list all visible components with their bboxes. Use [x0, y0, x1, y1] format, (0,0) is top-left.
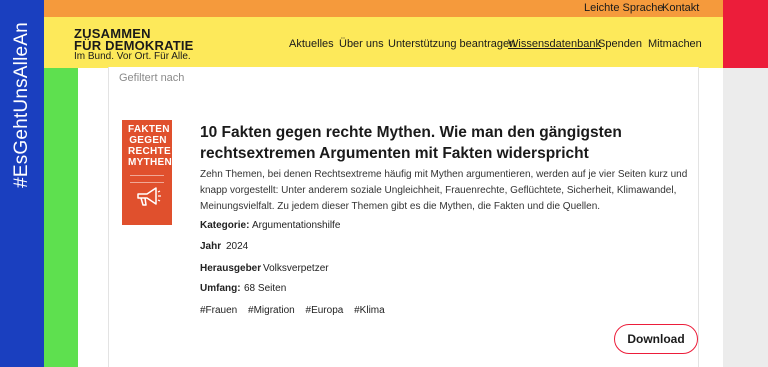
site-header: ZUSAMMEN FÜR DEMOKRATIE Im Bund. Vor Ort…	[44, 17, 723, 68]
contact-link[interactable]: Kontakt	[662, 2, 699, 14]
right-gutter	[723, 68, 768, 367]
filter-label: Gefiltert nach	[119, 72, 185, 84]
logo-tagline: Im Bund. Vor Ort. Für Alle.	[74, 51, 191, 62]
tag-europa[interactable]: #Europa	[306, 305, 344, 316]
tag-list: #Frauen #Migration #Europa #Klima	[200, 305, 393, 316]
nav-item-mitmachen[interactable]: Mitmachen	[648, 38, 702, 50]
filter-box: Gefiltert nach	[108, 67, 699, 101]
megaphone-icon	[137, 187, 161, 206]
tag-frauen[interactable]: #Frauen	[200, 305, 237, 316]
nav-item-spenden[interactable]: Spenden	[598, 38, 642, 50]
meta-year-value: 2024	[226, 241, 249, 252]
meta-publisher-value: Volksverpetzer	[263, 263, 329, 274]
meta-pages-value: 68 Seiten	[244, 283, 287, 294]
book-cover-subtitle-lines	[130, 175, 164, 183]
side-hashtag: #EsGehtUnsAlleAn	[0, 0, 44, 367]
tag-klima[interactable]: #Klima	[354, 305, 385, 316]
meta-category-value: Argumentationshilfe	[252, 220, 341, 231]
tag-migration[interactable]: #Migration	[248, 305, 295, 316]
nav-item-ueber-uns[interactable]: Über uns	[339, 38, 384, 50]
download-button[interactable]: Download	[614, 324, 698, 354]
nav-item-unterstuetzung[interactable]: Unterstützung beantragen	[388, 38, 515, 50]
book-cover-title: FAKTEN GEGEN RECHTE MYTHEN	[128, 124, 173, 168]
item-title[interactable]: 10 Fakten gegen rechte Mythen. Wie man d…	[200, 122, 630, 164]
meta-publisher-label: Herausgeber	[200, 263, 262, 274]
item-description: Zehn Themen, bei denen Rechtsextreme häu…	[200, 169, 688, 212]
side-hashtag-text: #EsGehtUnsAlleAn	[11, 22, 32, 188]
nav-item-wissensdatenbank[interactable]: Wissensdatenbank	[508, 38, 601, 50]
top-bar: Leichte Sprache Kontakt	[44, 0, 723, 17]
meta-category-label: Kategorie:	[200, 220, 250, 231]
main-content: Gefiltert nach 10 Fakten gegen rechte My…	[78, 67, 723, 367]
meta-pages-label: Umfang:	[200, 283, 241, 294]
side-banner-red	[723, 0, 768, 68]
meta-year-label: Jahr	[200, 241, 222, 252]
book-cover[interactable]: FAKTEN GEGEN RECHTE MYTHEN	[122, 120, 172, 225]
nav-item-aktuelles[interactable]: Aktuelles	[289, 38, 334, 50]
easy-language-link[interactable]: Leichte Sprache	[584, 2, 664, 14]
